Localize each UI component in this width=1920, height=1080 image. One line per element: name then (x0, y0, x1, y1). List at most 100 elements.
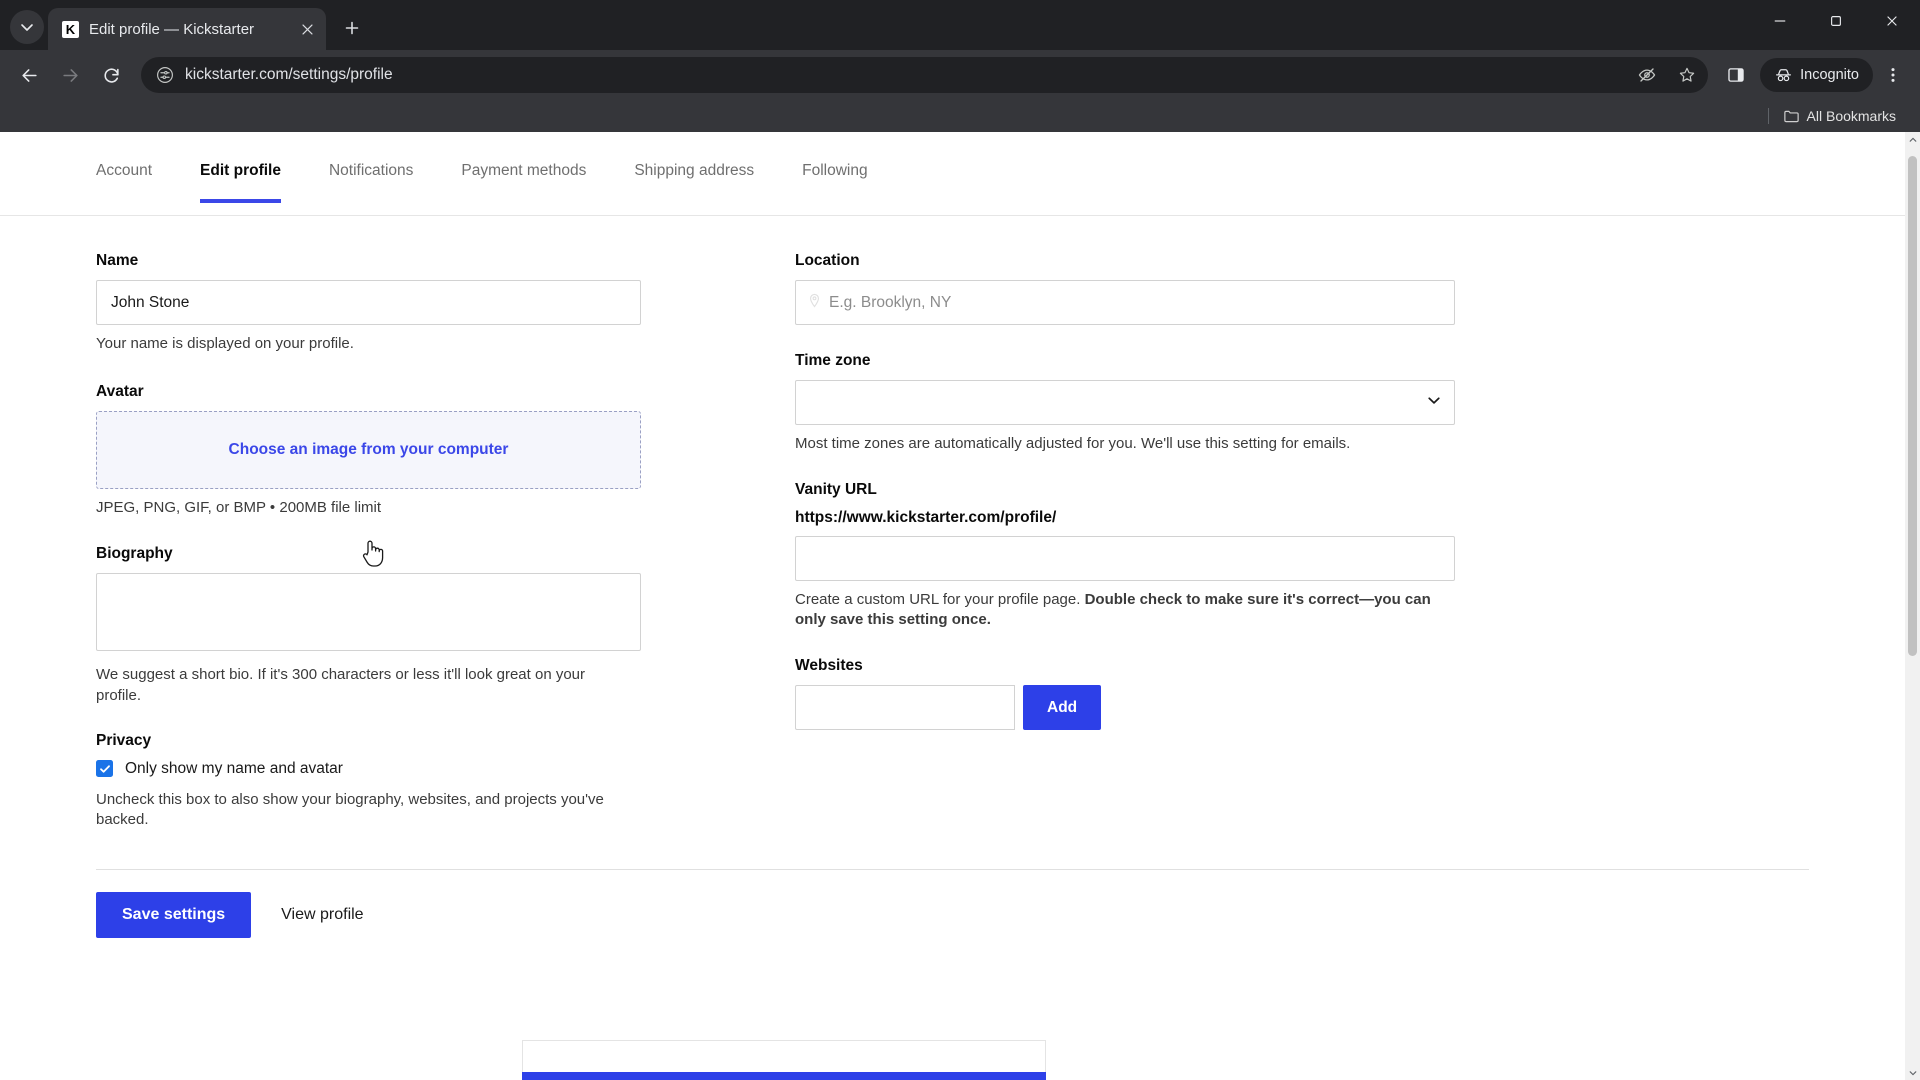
bookmark-separator (1767, 108, 1769, 124)
new-tab-button[interactable] (334, 10, 370, 46)
browser-toolbar: kickstarter.com/settings/profile Incogni… (0, 50, 1920, 100)
kickstarter-favicon: K (62, 20, 79, 38)
privacy-checkbox-row[interactable]: Only show my name and avatar (96, 760, 641, 778)
all-bookmarks-button[interactable]: All Bookmarks (1777, 105, 1902, 128)
map-pin-icon (807, 293, 822, 313)
tab-account[interactable]: Account (96, 162, 152, 202)
kickstarter-settings-page: Account Edit profile Notifications Payme… (0, 132, 1905, 1080)
scroll-down-arrow[interactable] (1905, 1065, 1920, 1080)
reload-button[interactable] (92, 56, 130, 94)
minimize-button[interactable] (1752, 0, 1808, 42)
window-controls (1752, 0, 1920, 42)
side-panel-icon (1728, 68, 1744, 82)
tab-shipping-address[interactable]: Shipping address (634, 162, 754, 202)
form-column-left: Name Your name is displayed on your prof… (96, 252, 641, 831)
biography-textarea[interactable] (96, 573, 641, 652)
incognito-label: Incognito (1800, 67, 1859, 83)
browser-tab[interactable]: K Edit profile — Kickstarter (48, 8, 326, 50)
choose-image-link[interactable]: Choose an image from your computer (229, 441, 509, 459)
three-dot-menu-icon (1891, 68, 1895, 82)
avatar-dropzone[interactable]: Choose an image from your computer (96, 410, 641, 489)
privacy-checkbox-label: Only show my name and avatar (125, 759, 343, 777)
bottom-overlay-card (522, 1040, 1046, 1072)
minimize-icon (1774, 20, 1786, 22)
vanity-url-prefix: https://www.kickstarter.com/profile/ (795, 508, 1057, 526)
profile-form: Name Your name is displayed on your prof… (0, 216, 1905, 831)
privacy-field-group: Privacy Only show my name and avatar Unc… (96, 732, 641, 831)
biography-field-group: Biography We suggest a short bio. If it'… (96, 545, 641, 706)
avatar-help-text: JPEG, PNG, GIF, or BMP • 200MB file limi… (96, 498, 382, 516)
back-button[interactable] (10, 56, 48, 94)
tab-notifications[interactable]: Notifications (329, 162, 413, 202)
incognito-icon (1776, 68, 1792, 81)
location-input[interactable] (795, 280, 1455, 325)
scroll-up-arrow[interactable] (1905, 132, 1920, 147)
footer-actions: Save settings View profile (0, 870, 1905, 939)
name-field-group: Name Your name is displayed on your prof… (96, 252, 641, 355)
tab-edit-profile[interactable]: Edit profile (200, 162, 281, 203)
folder-icon (1783, 110, 1799, 122)
all-bookmarks-label: All Bookmarks (1806, 108, 1896, 124)
scrollbar-thumb[interactable] (1908, 156, 1917, 656)
vanity-url-input[interactable] (795, 535, 1455, 581)
maximize-button[interactable] (1808, 0, 1864, 42)
maximize-icon (1831, 16, 1841, 26)
tab-following[interactable]: Following (802, 162, 867, 202)
tab-strip: K Edit profile — Kickstarter (0, 0, 1920, 50)
back-arrow-icon (21, 68, 37, 82)
url-text: kickstarter.com/settings/profile (185, 66, 393, 83)
websites-label: Websites (795, 657, 863, 675)
forward-button[interactable] (51, 56, 89, 94)
vanity-url-label: Vanity URL (795, 480, 877, 498)
save-settings-button[interactable]: Save settings (96, 892, 252, 939)
browser-window: K Edit profile — Kickstarter kickstarter… (0, 0, 1920, 1080)
chevron-down-icon (21, 24, 33, 31)
tab-title: Edit profile — Kickstarter (89, 20, 255, 38)
timezone-field-group: Time zone Most time zones are automatica… (795, 352, 1455, 455)
eye-slash-icon[interactable] (1632, 60, 1662, 90)
window-close-icon (1887, 16, 1897, 26)
name-help-text: Your name is displayed on your profile. (96, 335, 354, 352)
form-column-right: Location Time zone (795, 252, 1455, 831)
website-input[interactable] (795, 685, 1015, 731)
biography-label: Biography (96, 545, 173, 563)
window-close-button[interactable] (1864, 0, 1920, 42)
settings-tabs: Account Edit profile Notifications Payme… (0, 132, 1905, 216)
bottom-blue-strip (522, 1072, 1046, 1080)
privacy-label: Privacy (96, 731, 152, 749)
name-label: Name (96, 252, 139, 269)
timezone-help-text: Most time zones are automatically adjust… (795, 435, 1351, 452)
avatar-label: Avatar (96, 382, 144, 400)
privacy-help-text: Uncheck this box to also show your biogr… (96, 790, 604, 829)
websites-field-group: Websites Add (795, 657, 1455, 731)
plus-icon (345, 21, 359, 35)
name-input[interactable] (96, 280, 641, 325)
chrome-menu-button[interactable] (1876, 58, 1910, 92)
avatar-field-group: Avatar Choose an image from your compute… (96, 383, 641, 519)
incognito-indicator[interactable]: Incognito (1760, 58, 1873, 92)
close-icon[interactable] (296, 18, 318, 40)
page-scrollbar[interactable] (1905, 132, 1920, 1080)
privacy-checkbox[interactable] (96, 760, 113, 778)
vanity-url-help-plain: Create a custom URL for your profile pag… (795, 590, 1085, 608)
forward-arrow-icon (62, 68, 78, 82)
bookmarks-bar: All Bookmarks (0, 100, 1920, 132)
view-profile-link[interactable]: View profile (281, 906, 363, 924)
reload-icon (104, 68, 119, 83)
page-viewport: Account Edit profile Notifications Payme… (0, 132, 1920, 1080)
address-bar[interactable]: kickstarter.com/settings/profile (141, 57, 1709, 93)
side-panel-button[interactable] (1719, 58, 1753, 92)
biography-help-text: We suggest a short bio. If it's 300 char… (96, 666, 586, 705)
star-icon[interactable] (1672, 60, 1702, 90)
vanity-url-field-group: Vanity URL https://www.kickstarter.com/p… (795, 481, 1455, 631)
vanity-url-help-text: Create a custom URL for your profile pag… (795, 590, 1455, 631)
page-info-icon[interactable] (155, 65, 175, 85)
checkmark-icon (99, 765, 110, 773)
add-website-button[interactable]: Add (1023, 685, 1102, 731)
location-field-group: Location (795, 252, 1455, 325)
location-label: Location (795, 252, 860, 269)
timezone-label: Time zone (795, 352, 871, 369)
timezone-select[interactable] (795, 380, 1455, 425)
tab-search-button[interactable] (10, 10, 44, 44)
tab-payment-methods[interactable]: Payment methods (461, 162, 586, 202)
